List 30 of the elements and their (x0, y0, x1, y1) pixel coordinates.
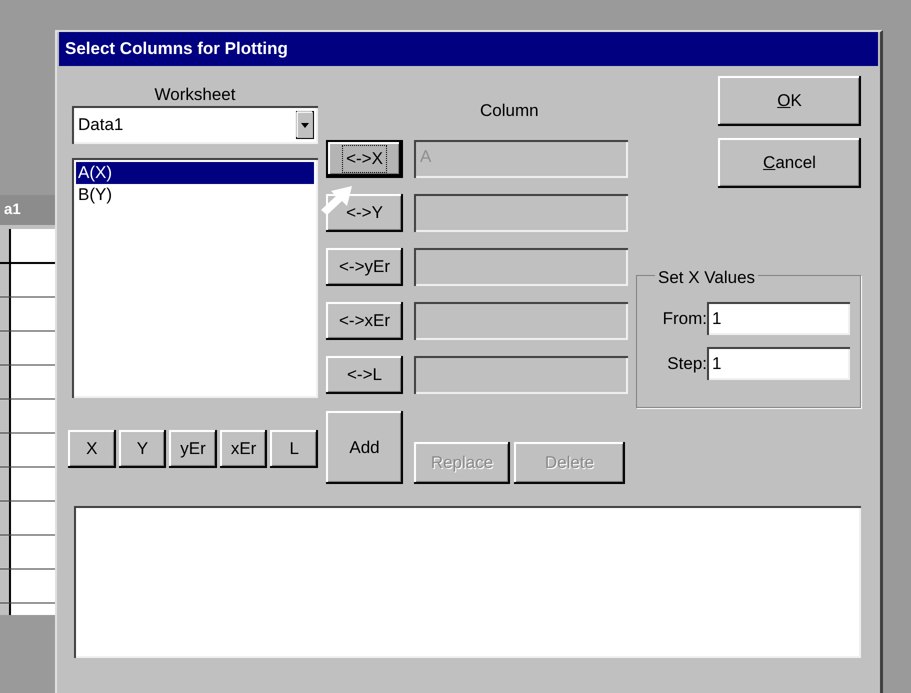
field-label: From: (662, 308, 707, 330)
window-title: a1 (0, 195, 55, 225)
ok-button[interactable]: OK (718, 76, 861, 126)
value-field[interactable]: 1 (707, 347, 850, 380)
assign-button[interactable]: <->xEr (326, 302, 403, 340)
list-item[interactable]: B(Y) (76, 184, 314, 206)
field-label: Step: (666, 352, 707, 375)
columns-list[interactable]: A(X) B(Y) (72, 158, 318, 398)
type-button[interactable]: yEr (169, 430, 217, 468)
column-field[interactable] (414, 194, 628, 232)
dropdown-arrow-icon[interactable] (296, 111, 314, 139)
assign-button[interactable]: <->X (326, 140, 403, 178)
column-label: Column (480, 100, 539, 122)
type-button[interactable]: X (68, 430, 116, 468)
type-button[interactable]: Y (118, 430, 166, 468)
assign-button[interactable]: <->L (326, 356, 403, 394)
value-field[interactable]: 1 (707, 302, 850, 335)
add-button[interactable]: Add (326, 411, 403, 484)
column-field[interactable] (414, 302, 628, 340)
column-field[interactable] (414, 356, 628, 394)
cancel-button[interactable]: Cancel (718, 138, 861, 188)
type-button[interactable]: xEr (220, 430, 268, 468)
worksheet-dropdown[interactable]: Data1 (72, 106, 318, 144)
column-field[interactable] (414, 248, 628, 286)
worksheet-label: Worksheet (154, 84, 236, 106)
list-item[interactable]: A(X) (76, 162, 314, 184)
assign-button[interactable]: <->yEr (326, 248, 403, 286)
type-button[interactable]: L (270, 430, 318, 468)
dialog-title: Select Columns for Plotting (59, 32, 878, 66)
assign-button[interactable]: <->Y (326, 194, 403, 232)
